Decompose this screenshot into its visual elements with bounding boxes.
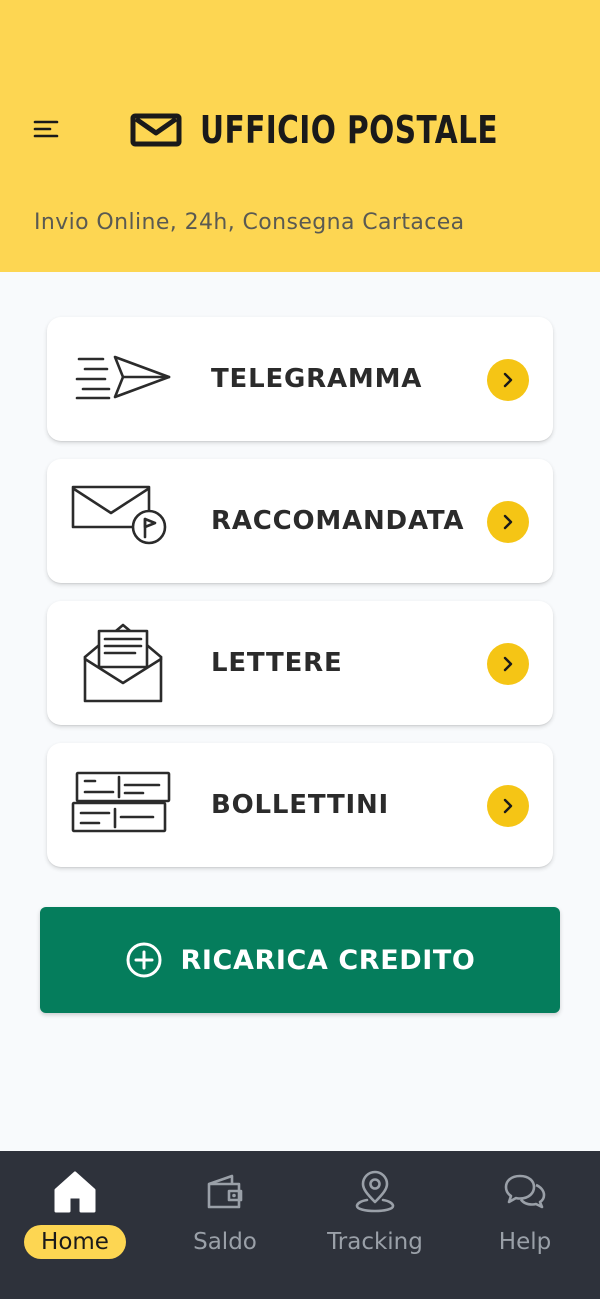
nav-label: Saldo: [193, 1229, 257, 1255]
chevron-right-icon: [487, 501, 529, 543]
app-header: UFFICIO POSTALE Invio Online, 24h, Conse…: [0, 0, 600, 272]
nav-item-home[interactable]: Home: [0, 1151, 150, 1299]
chevron-right-icon: [487, 643, 529, 685]
ricarica-credito-button[interactable]: RICARICA CREDITO: [40, 907, 560, 1013]
registered-mail-icon: [71, 485, 167, 545]
brand-title: UFFICIO POSTALE: [200, 108, 498, 152]
telegram-send-icon: [75, 355, 171, 400]
payment-slip-icon: [71, 771, 171, 833]
service-label: BOLLETTINI: [211, 790, 389, 820]
service-label: LETTERE: [211, 648, 343, 678]
envelope-logo-icon: [130, 113, 182, 147]
service-label: TELEGRAMMA: [211, 364, 423, 394]
plus-circle-icon: [126, 942, 161, 978]
menu-icon: [33, 120, 59, 138]
home-icon: [54, 1171, 96, 1213]
nav-label: Help: [498, 1229, 552, 1255]
nav-item-tracking[interactable]: Tracking: [300, 1151, 450, 1299]
app-logo: UFFICIO POSTALE: [130, 104, 582, 156]
service-label: RACCOMANDATA: [211, 506, 465, 536]
chevron-right-icon: [487, 785, 529, 827]
nav-label: Home: [24, 1225, 126, 1259]
open-letter-icon: [83, 623, 163, 703]
service-card-lettere[interactable]: LETTERE: [47, 601, 553, 725]
chat-bubbles-icon: [504, 1174, 546, 1209]
bottom-navigation: Home Saldo Tracking Help: [0, 1151, 600, 1299]
nav-label: Tracking: [327, 1229, 423, 1255]
service-card-telegramma[interactable]: TELEGRAMMA: [47, 317, 553, 441]
cta-label: RICARICA CREDITO: [180, 944, 476, 976]
service-card-bollettini[interactable]: BOLLETTINI: [47, 743, 553, 867]
nav-item-saldo[interactable]: Saldo: [150, 1151, 300, 1299]
chevron-right-icon: [487, 359, 529, 401]
service-card-raccomandata[interactable]: RACCOMANDATA: [47, 459, 553, 583]
header-subtitle: Invio Online, 24h, Consegna Cartacea: [34, 210, 465, 235]
wallet-icon: [207, 1174, 243, 1209]
nav-item-help[interactable]: Help: [450, 1151, 600, 1299]
menu-button[interactable]: [28, 112, 64, 146]
location-pin-icon: [355, 1170, 395, 1213]
